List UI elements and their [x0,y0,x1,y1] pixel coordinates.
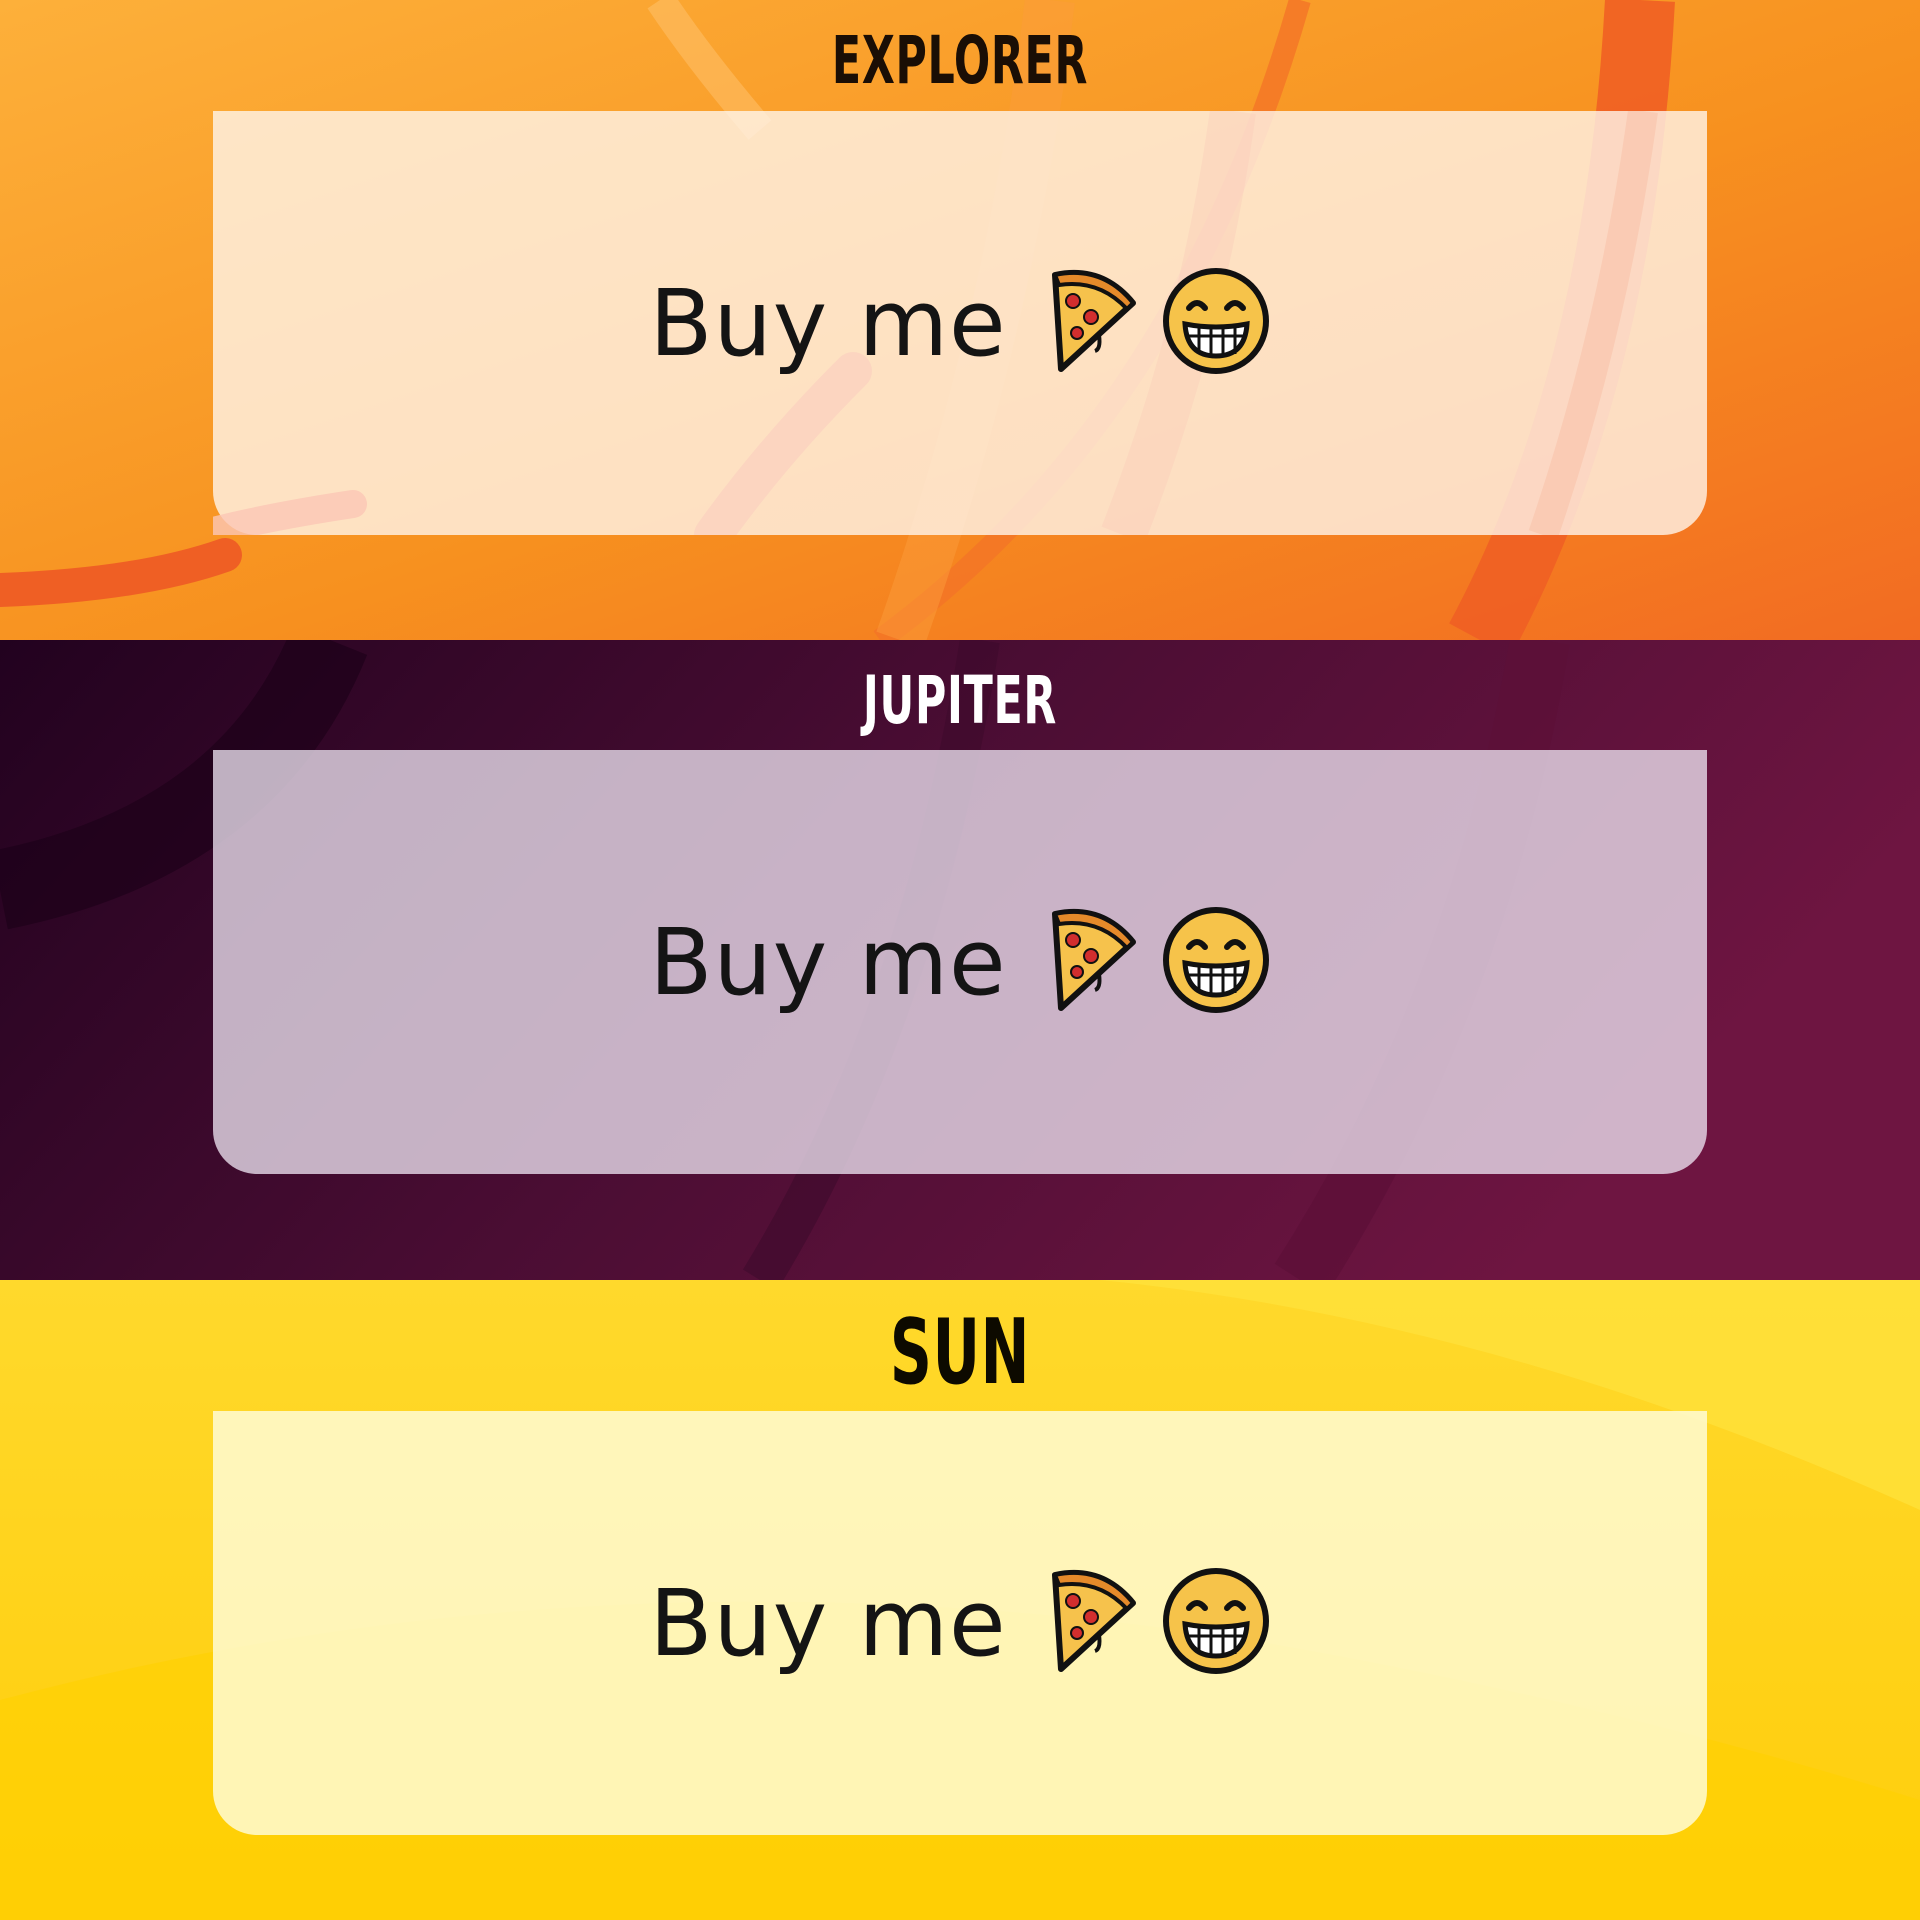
pizza-icon [1047,904,1139,1020]
theme-title: JUPITER [862,662,1058,739]
theme-section-sun: SUN Buy me [0,1280,1920,1920]
buy-me-label: Buy me [649,908,1007,1016]
grinning-face-icon [1161,1566,1271,1680]
pizza-icon [1047,265,1139,381]
theme-title: SUN [889,1300,1031,1405]
grinning-face-icon [1161,905,1271,1019]
buy-me-label: Buy me [649,269,1007,377]
buy-me-button[interactable]: Buy me [213,1411,1707,1835]
buy-me-label: Buy me [649,1569,1007,1677]
theme-section-jupiter: JUPITER Buy me [0,640,1920,1280]
buy-me-button[interactable]: Buy me [213,111,1707,535]
grinning-face-icon [1161,266,1271,380]
theme-section-explorer: EXPLORER Buy me [0,0,1920,640]
theme-title: EXPLORER [831,22,1089,99]
pizza-icon [1047,1565,1139,1681]
buy-me-button[interactable]: Buy me [213,750,1707,1174]
theme-showcase: EXPLORER Buy me JUPITER Buy me SUN Buy m… [0,0,1920,1920]
